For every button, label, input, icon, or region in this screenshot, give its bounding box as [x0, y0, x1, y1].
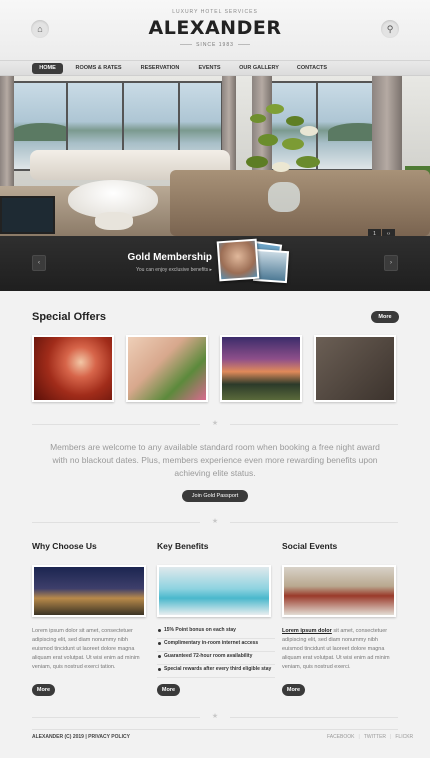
special-offers-more-button[interactable]: More — [371, 311, 399, 323]
nav-reservation[interactable]: RESERVATION — [137, 63, 183, 74]
nav-rooms-rates[interactable]: ROOMS & RATES — [72, 63, 125, 74]
offer-image-sunset-beach[interactable] — [220, 335, 302, 402]
key-benefits-list: 15% Point bonus on each stay Complimenta… — [157, 626, 275, 678]
band-next-button[interactable]: › — [384, 255, 398, 271]
star-divider-icon: ★ — [0, 420, 430, 428]
social-events-text: Lorem ipsum dolor sit amet, consectetuer… — [282, 628, 390, 670]
why-choose-us-text: Lorem ipsum dolor sit amet, consectetuer… — [32, 628, 140, 670]
benefits-more-button[interactable]: More — [157, 684, 180, 696]
key-benefits-title: Key Benefits — [157, 541, 209, 551]
why-more-button[interactable]: More — [32, 684, 55, 696]
offer-image-spa-candles[interactable] — [32, 335, 114, 402]
why-image-city-night[interactable] — [32, 565, 146, 617]
search-icon[interactable]: ⚲ — [381, 20, 399, 38]
list-item[interactable]: Complimentary in-room internet access — [157, 639, 275, 652]
site-header: ⌂ LUXURY HOTEL SERVICES ALEXANDER SINCE … — [0, 0, 430, 60]
nav-contacts[interactable]: CONTACTS — [292, 63, 332, 74]
footer-social-links: FACEBOOK | TWITTER | FLICKR — [327, 734, 414, 740]
events-image-conference-room[interactable] — [282, 565, 396, 617]
site-logo[interactable]: ALEXANDER — [0, 17, 430, 39]
flickr-link[interactable]: FLICKR — [395, 734, 413, 740]
special-offers-title: Special Offers — [32, 311, 106, 323]
band-prev-button[interactable]: ‹ — [32, 255, 46, 271]
offer-image-sandals[interactable] — [314, 335, 396, 402]
membership-photos — [216, 238, 290, 285]
tagline: LUXURY HOTEL SERVICES — [172, 9, 258, 15]
footer-divider — [32, 729, 398, 730]
social-events-link[interactable]: Lorem ipsum dolor — [282, 628, 332, 634]
list-item[interactable]: Guaranteed 72-hour room availability — [157, 652, 275, 665]
footer-copyright[interactable]: ALEXANDER (C) 2019 | PRIVACY POLICY — [32, 734, 130, 740]
join-gold-passport-button[interactable]: Join Gold Passport — [182, 490, 248, 502]
nav-events[interactable]: EVENTS — [193, 63, 226, 74]
since-label: SINCE 1983 — [0, 42, 430, 48]
events-more-button[interactable]: More — [282, 684, 305, 696]
facebook-link[interactable]: FACEBOOK — [327, 734, 355, 740]
membership-intro-text: Members are welcome to any available sta… — [50, 442, 380, 478]
membership-subtitle[interactable]: You can enjoy exclusive benefits ▸ — [110, 267, 212, 273]
nav-home[interactable]: HOME — [32, 63, 63, 74]
membership-band: ‹ Gold Membership You can enjoy exclusiv… — [0, 236, 430, 291]
hero-furniture — [0, 76, 430, 236]
list-item[interactable]: Special rewards after every third eligib… — [157, 665, 275, 678]
social-events-title: Social Events — [282, 541, 338, 551]
nav-our-gallery[interactable]: OUR GALLERY — [236, 63, 282, 74]
list-item[interactable]: 15% Point bonus on each stay — [157, 626, 275, 639]
main-nav: HOME ROOMS & RATES RESERVATION EVENTS OU… — [0, 60, 430, 76]
membership-title[interactable]: Gold Membership — [120, 252, 212, 263]
slider-controls: 1 ‹› — [368, 222, 398, 240]
star-divider-icon: ★ — [0, 713, 430, 721]
offer-image-massage[interactable] — [126, 335, 208, 402]
star-divider-icon: ★ — [0, 518, 430, 526]
twitter-link[interactable]: TWITTER — [364, 734, 386, 740]
why-choose-us-title: Why Choose Us — [32, 541, 97, 551]
benefits-image-spa-tub[interactable] — [157, 565, 271, 617]
